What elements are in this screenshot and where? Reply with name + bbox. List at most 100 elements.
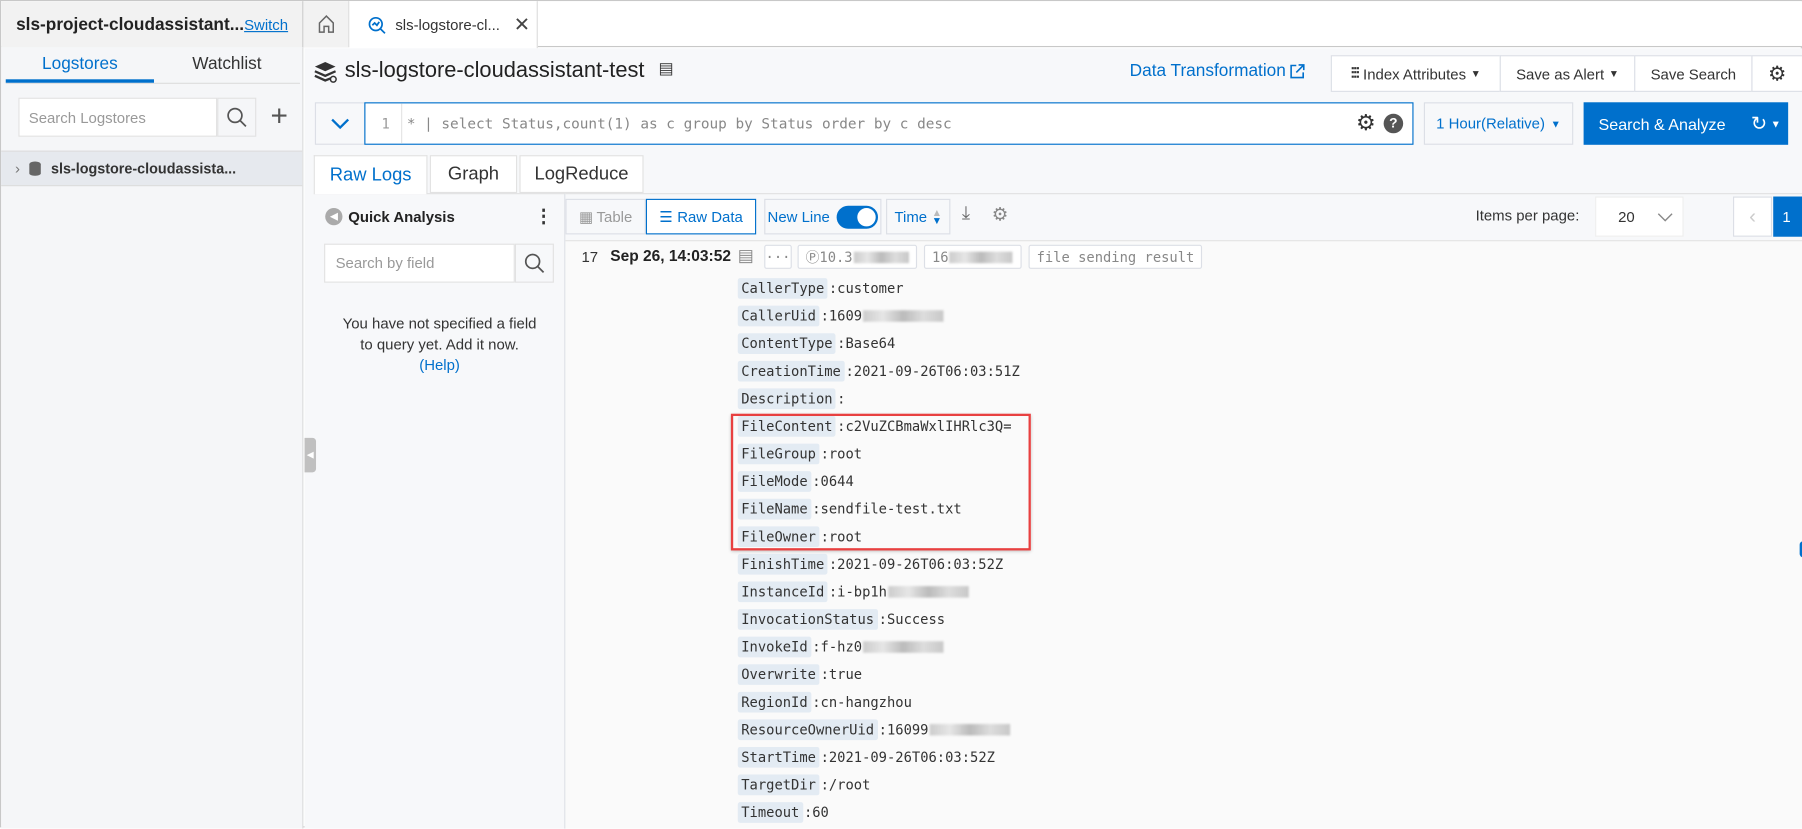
query-settings-icon[interactable]: ⚙ [1356,110,1376,136]
empty-line-2: to query yet. Add it now. [360,335,519,353]
items-per-page-value: 20 [1618,208,1635,226]
add-logstore-icon[interactable]: + [268,98,291,137]
field-key[interactable]: InvokeId [737,636,812,658]
field-value[interactable]: :Success [878,611,945,627]
copy-icon[interactable]: ▤ [658,59,673,79]
line-number: 1 [381,116,390,133]
field-key[interactable]: StartTime [737,746,820,768]
redacted-value [863,310,944,322]
field-key[interactable]: RegionId [737,691,812,713]
prev-page-button[interactable]: ‹ [1732,196,1773,237]
app-window: sls-project-cloudassistant... Switch sls… [0,0,1802,829]
field-value[interactable]: :true [819,667,863,683]
field-key[interactable]: InstanceId [737,581,828,603]
download-icon[interactable]: ⤓ [962,203,970,224]
log-field: InvocationStatus:Success [737,608,945,631]
field-key[interactable]: CreationTime [737,360,845,382]
field-value[interactable]: :f-hz0 [811,639,862,655]
field-value[interactable]: :60 [803,804,829,820]
sidebar: Logstores Watchlist Search Logstores + ›… [1,47,304,829]
raw-data-view-button[interactable]: ☰ Raw Data [645,198,757,235]
search-by-field-input[interactable]: Search by field [324,243,515,283]
page-1-button[interactable]: 1 [1773,196,1802,237]
switch-link[interactable]: Switch [244,16,288,33]
time-range-picker[interactable]: 1 Hour(Relative) ▼ [1423,102,1574,145]
field-value[interactable]: :2021-09-26T06:03:52Z [819,749,995,765]
collapse-quick-analysis-icon[interactable]: ◀ [325,208,343,226]
field-value[interactable]: :/root [819,777,871,793]
caret-down-icon: ▼ [1608,67,1619,80]
field-key[interactable]: Timeout [737,802,803,823]
logstore-item[interactable]: › sls-logstore-cloudassista... [1,150,303,187]
database-icon [29,161,42,176]
field-key[interactable]: ContentType [737,333,837,354]
query-expand-button[interactable] [314,102,366,145]
caret-down-icon: ▼ [1470,67,1481,80]
data-transformation-link[interactable]: Data Transformation [1130,61,1306,80]
display-settings-icon[interactable]: ⚙ [992,203,1008,226]
more-actions-button[interactable]: ··· [764,244,792,269]
settings-gear-icon[interactable]: ⚙ [1751,55,1802,92]
search-logstores-button[interactable] [217,97,257,137]
log-id-chip[interactable]: 16 [923,244,1022,269]
caret-down-icon[interactable]: ▼ [1771,118,1781,129]
field-key[interactable]: CallerType [737,278,828,299]
sidebar-collapse-handle[interactable]: ◀ [304,437,317,473]
save-search-button[interactable]: Save Search [1634,55,1753,92]
tab-logstore[interactable]: sls-logstore-cl... ✕ [349,1,538,49]
field-value[interactable]: :i-bp1h [828,584,887,600]
tab-logreduce[interactable]: LogReduce [519,155,644,194]
search-field-button[interactable] [514,243,554,283]
field-value[interactable]: :customer [828,280,904,296]
chevron-right-icon[interactable]: › [15,160,20,177]
copy-log-icon[interactable]: ▤ [738,245,754,266]
empty-line-1: You have not specified a field [342,314,537,333]
field-key[interactable]: ResourceOwnerUid [737,719,878,741]
refresh-icon[interactable]: ↻ [1751,112,1767,135]
field-key[interactable]: Overwrite [737,664,820,685]
logstore-item-label: sls-logstore-cloudassista... [50,160,237,177]
field-value[interactable]: :2021-09-26T06:03:51Z [844,363,1019,379]
index-attributes-button[interactable]: ⫶⫶⫶ Index Attributes ▼ [1330,55,1501,92]
home-tab[interactable] [303,1,350,48]
log-field: InvokeId:f-hz0 [737,636,944,659]
redacted-value [888,586,969,598]
highlight-box [730,413,1031,551]
field-value[interactable]: : [836,391,845,407]
tab-graph[interactable]: Graph [429,155,518,194]
field-key[interactable]: CallerUid [737,305,820,327]
field-value[interactable]: :cn-hangzhou [811,694,912,710]
field-key[interactable]: TargetDir [737,774,820,796]
source-ip-chip[interactable]: Ⓟ 10.3 [797,244,918,269]
search-logstores-input[interactable]: Search Logstores [18,97,218,137]
external-link-icon [1290,63,1305,78]
help-link[interactable]: (Help) [314,355,566,376]
new-line-toggle[interactable] [836,205,879,229]
field-value[interactable]: :2021-09-26T06:03:52Z [828,556,1003,572]
more-options-icon[interactable]: ⋮ [534,205,552,228]
close-tab-icon[interactable]: ✕ [514,13,530,36]
log-field: RegionId:cn-hangzhou [737,691,912,714]
field-value[interactable]: :Base64 [836,336,895,352]
time-sort-button[interactable]: Time ▲ ▼ [886,198,951,235]
log-field: ContentType:Base64 [737,332,895,355]
time-range-label: 1 Hour(Relative) [1436,114,1545,133]
query-input[interactable]: 1 * | select Status,count(1) as c group … [364,102,1414,145]
tab-raw-logs[interactable]: Raw Logs [313,155,428,195]
field-key[interactable]: FinishTime [737,553,828,575]
save-as-alert-button[interactable]: Save as Alert ▼ [1499,55,1636,92]
search-analysis-icon [368,16,386,34]
tab-logstores[interactable]: Logstores [5,47,154,83]
field-key[interactable]: Description [737,388,837,410]
topic-chip[interactable]: file sending result [1028,244,1203,269]
caret-down-icon: ▼ [1550,117,1561,130]
table-view-button[interactable]: ▦ Table [565,198,646,235]
query-text[interactable]: * | select Status,count(1) as c group by… [407,115,952,132]
field-value[interactable]: :1609 [819,308,863,324]
items-per-page-select[interactable]: 20 [1595,196,1684,237]
help-icon[interactable]: ? [1383,113,1404,134]
field-value[interactable]: :16099 [878,722,929,738]
field-key[interactable]: InvocationStatus [737,609,878,630]
search-analyze-button[interactable]: Search & Analyze ↻ ▼ [1583,102,1789,145]
tab-watchlist[interactable]: Watchlist [154,47,300,83]
